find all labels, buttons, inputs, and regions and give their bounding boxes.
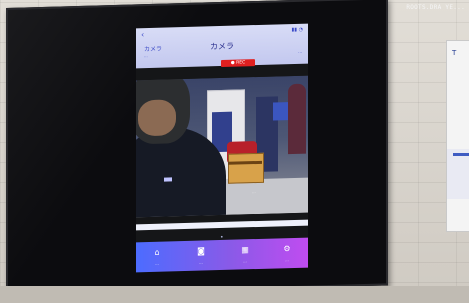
camera-icon: ◙ [197,246,205,256]
watermark: ROOTS.DRA YE... [406,4,465,11]
wall-display: ‹ ▮▮ ◔ カメラ カメラ ... ... ● REC ... • ⌂ ...… [6,0,388,297]
recording-badge: ● REC [221,59,255,67]
nav-label: ... [155,260,159,266]
poster-logo: T [452,49,457,57]
nav-label: ... [285,257,289,263]
poster-band [447,149,469,199]
nav-item-home[interactable]: ⌂ ... [140,241,174,272]
nav-label: ... [199,259,203,265]
home-icon: ⌂ [154,247,160,257]
status-icons: ▮▮ ◔ [291,26,303,34]
content-divider [136,219,308,231]
background-person [288,83,306,155]
nav-item-grid[interactable]: ▦ ... [228,239,262,270]
scene-caption: ... [252,189,256,195]
chevron-left-icon[interactable]: ‹ [141,30,149,39]
shirt-logo [164,177,172,182]
settings-icon: ⚙ [283,244,291,254]
poster-bar [453,153,469,156]
grid-icon: ▦ [241,245,249,255]
header-subtitle: ... [144,53,148,59]
person-face [138,99,176,137]
wall-poster: T [446,40,469,232]
floor-strip [0,286,469,303]
camera-preview: ... [136,75,308,218]
cardboard-box [228,152,264,184]
nav-label: ... [243,258,247,264]
header-right-label[interactable]: ... [298,49,302,54]
nav-item-camera[interactable]: ◙ ... [184,240,218,271]
page-title: カメラ [210,41,234,52]
bottom-nav: ⌂ ... ◙ ... ▦ ... ⚙ ... [136,237,308,273]
nav-item-settings[interactable]: ⚙ ... [270,238,304,269]
app-screen: ‹ ▮▮ ◔ カメラ カメラ ... ... ● REC ... • ⌂ ...… [136,23,308,273]
